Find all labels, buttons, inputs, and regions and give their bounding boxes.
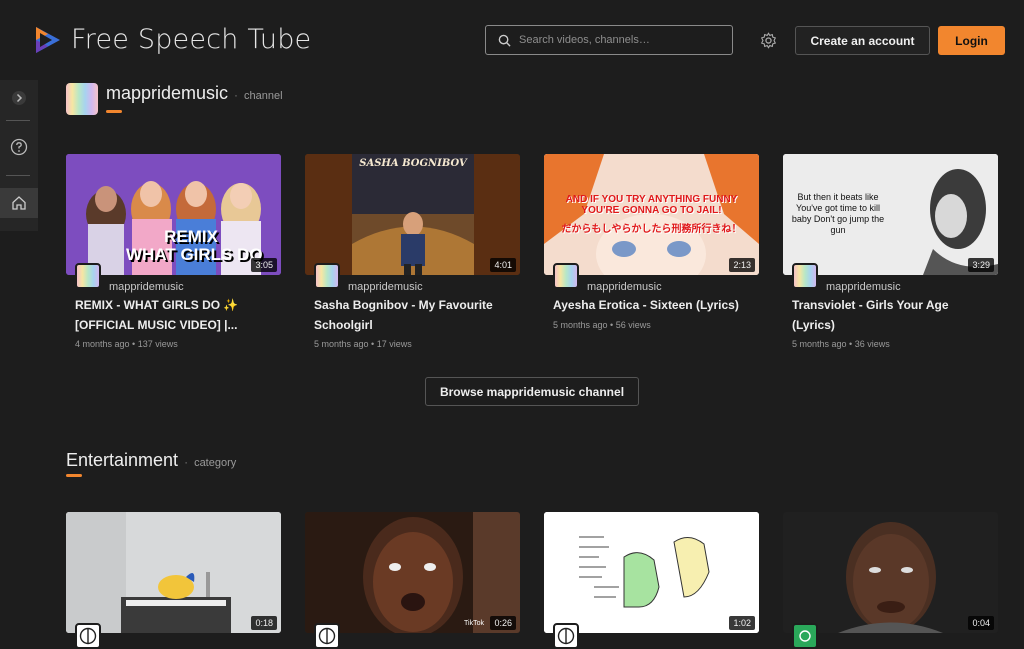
section-type-label: channel (244, 90, 283, 102)
sidebar-divider (6, 175, 30, 176)
video-duration: 2:13 (729, 258, 755, 272)
sidebar-item-home[interactable] (0, 188, 38, 218)
channel-section-header: mappridemusic · channel (66, 83, 283, 115)
section-underline (66, 474, 82, 477)
search-input[interactable] (519, 34, 719, 46)
video-duration: 1:02 (729, 616, 755, 630)
sidebar-divider (6, 120, 30, 121)
user-icon (318, 627, 336, 645)
thumbnail-image (66, 512, 281, 633)
thumbnail-overlay-text: SASHA BOGNIBOV (359, 158, 467, 169)
video-card[interactable]: 0:18 (66, 512, 281, 649)
search-icon (498, 34, 511, 47)
video-thumbnail[interactable]: SASHA BOGNIBOV 4:01 (305, 154, 520, 275)
channel-avatar[interactable] (75, 623, 101, 649)
section-underline (106, 110, 122, 113)
channel-avatar[interactable] (314, 623, 340, 649)
tiktok-watermark: TikTok (464, 620, 484, 627)
video-thumbnail[interactable]: REMIX WHAT GIRLS DO 3:05 (66, 154, 281, 275)
thumbnail-image (783, 512, 998, 633)
user-icon (79, 627, 97, 645)
video-card[interactable]: But then it beats like You've got time t… (783, 154, 998, 349)
video-thumbnail[interactable]: 1:02 (544, 512, 759, 633)
video-duration: 3:29 (968, 258, 994, 272)
logo[interactable]: Free Speech Tube (33, 24, 311, 55)
video-thumbnail[interactable]: 0:04 (783, 512, 998, 633)
video-meta: 5 months ago • 36 views (792, 339, 890, 349)
category-section-header: Entertainment · category (66, 450, 236, 471)
video-meta: 5 months ago • 17 views (314, 339, 412, 349)
video-card[interactable]: 0:04 (783, 512, 998, 649)
section-type-label: category (194, 457, 237, 469)
thumbnail-overlay-text: REMIX WHAT GIRLS DO (126, 227, 263, 264)
separator-dot: · (184, 455, 189, 469)
home-icon (12, 196, 26, 210)
user-icon (557, 627, 575, 645)
thumbnail-overlay-subtitle: だからもしやらかしたら刑務所行きね！ (561, 224, 742, 235)
user-icon (799, 630, 811, 642)
channel-avatar[interactable] (75, 263, 101, 289)
video-thumbnail[interactable]: 0:18 (66, 512, 281, 633)
sidebar (0, 80, 38, 231)
video-duration: 0:18 (251, 616, 277, 630)
sidebar-toggle[interactable] (0, 83, 38, 113)
channel-section-title[interactable]: mappridemusic (106, 83, 228, 104)
thumbnail-overlay-text: But then it beats like You've got time t… (791, 192, 885, 235)
channel-avatar[interactable] (553, 263, 579, 289)
video-card[interactable]: SASHA BOGNIBOV 4:01 mappridemusic Sasha … (305, 154, 520, 349)
video-card[interactable]: REMIX WHAT GIRLS DO 3:05 mappridemusic R… (66, 154, 281, 349)
channel-avatar[interactable] (792, 263, 818, 289)
video-thumbnail[interactable]: But then it beats like You've got time t… (783, 154, 998, 275)
channel-name[interactable]: mappridemusic (109, 281, 184, 293)
video-duration: 4:01 (490, 258, 516, 272)
thumbnail-image (305, 512, 520, 633)
thumbnail-image (305, 154, 520, 275)
channel-avatar[interactable] (792, 623, 818, 649)
video-card[interactable]: TikTok 0:26 (305, 512, 520, 649)
thumbnail-overlay-text: AND IF YOU TRY ANYTHING FUNNY YOU'RE GON… (565, 194, 738, 216)
video-duration: 0:26 (490, 616, 516, 630)
video-title[interactable]: REMIX - WHAT GIRLS DO ✨ [OFFICIAL MUSIC … (75, 295, 275, 335)
channel-avatar[interactable] (553, 623, 579, 649)
channel-name[interactable]: mappridemusic (587, 281, 662, 293)
video-meta: 4 months ago • 137 views (75, 339, 178, 349)
video-title[interactable]: Ayesha Erotica - Sixteen (Lyrics) (553, 295, 753, 315)
video-card[interactable]: AND IF YOU TRY ANYTHING FUNNY YOU'RE GON… (544, 154, 759, 330)
channel-name[interactable]: mappridemusic (826, 281, 901, 293)
video-thumbnail[interactable]: AND IF YOU TRY ANYTHING FUNNY YOU'RE GON… (544, 154, 759, 275)
video-card[interactable]: 1:02 (544, 512, 759, 649)
video-duration: 0:04 (968, 616, 994, 630)
search-box[interactable] (485, 25, 733, 55)
video-thumbnail[interactable]: TikTok 0:26 (305, 512, 520, 633)
create-account-button[interactable]: Create an account (795, 26, 930, 55)
video-title[interactable]: Transviolet - Girls Your Age (Lyrics) (792, 295, 992, 335)
play-logo-icon (36, 26, 60, 53)
chevron-right-icon (12, 91, 26, 105)
video-duration: 3:05 (251, 258, 277, 272)
gear-icon[interactable] (760, 32, 777, 49)
separator-dot: · (234, 88, 239, 102)
channel-avatar[interactable] (66, 83, 98, 115)
channel-name[interactable]: mappridemusic (348, 281, 423, 293)
help-icon (10, 138, 28, 156)
browse-channel-button[interactable]: Browse mappridemusic channel (425, 377, 639, 406)
login-button[interactable]: Login (938, 26, 1005, 55)
channel-avatar[interactable] (314, 263, 340, 289)
video-meta: 5 months ago • 56 views (553, 320, 651, 330)
site-title: Free Speech Tube (71, 24, 312, 55)
category-section-title[interactable]: Entertainment (66, 450, 178, 471)
sidebar-item-help[interactable] (0, 132, 38, 162)
header: Free Speech Tube Create an account Login (0, 0, 1024, 80)
thumbnail-image (544, 512, 759, 633)
video-title[interactable]: Sasha Bognibov - My Favourite Schoolgirl (314, 295, 514, 335)
